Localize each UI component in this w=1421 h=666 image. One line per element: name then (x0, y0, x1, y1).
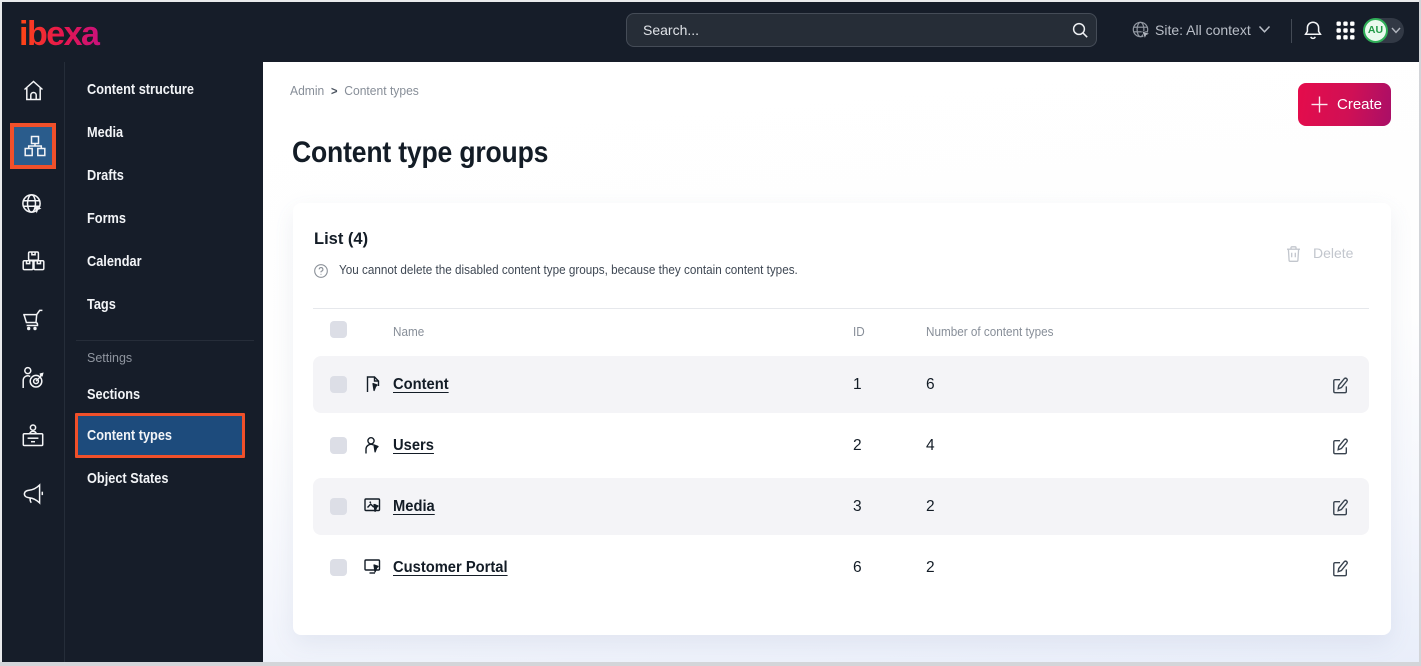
svg-text:ibexa: ibexa (19, 15, 101, 52)
